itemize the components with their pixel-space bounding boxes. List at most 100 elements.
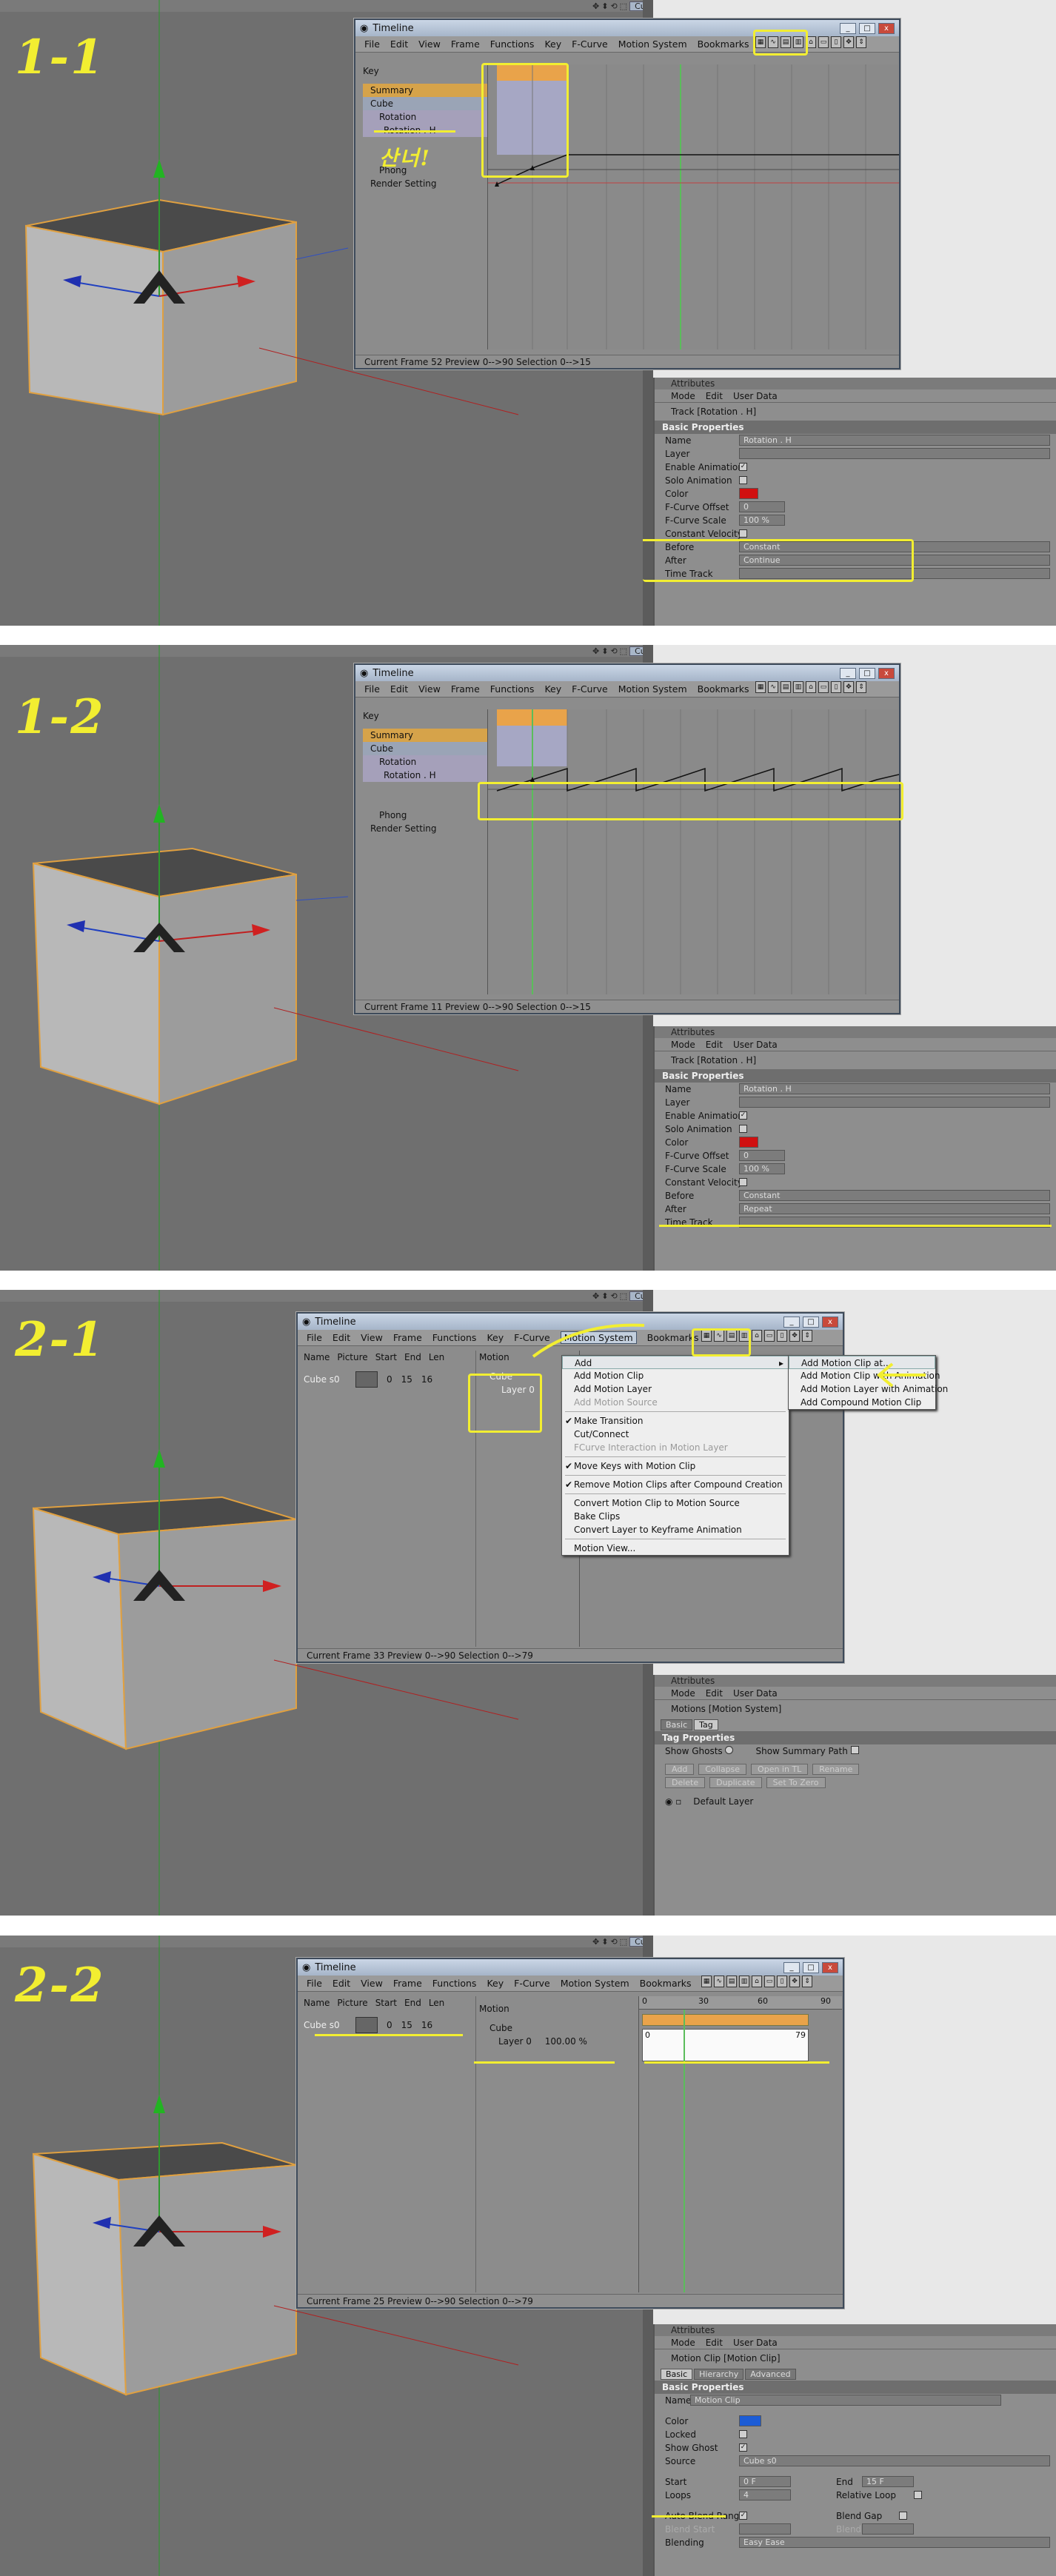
menu-fcurve[interactable]: F-Curve (572, 683, 608, 695)
collapse-button[interactable]: Collapse (698, 1764, 747, 1775)
rename-button[interactable]: Rename (812, 1764, 860, 1775)
tab-basic[interactable]: Basic (661, 1719, 693, 1730)
fcurve-scale-field[interactable]: 100 % (739, 515, 785, 526)
auto-blend-checkbox[interactable]: ✓ (739, 2512, 747, 2520)
move-icon[interactable]: ✥ (789, 1976, 800, 1987)
clip-row[interactable]: Cube s0 0 15 16 (304, 2015, 474, 2035)
show-summary-checkbox[interactable] (850, 1746, 859, 1754)
add-button[interactable]: Add (665, 1764, 695, 1775)
key-mode-icon[interactable]: ▦ (701, 1976, 712, 1987)
menu-file[interactable]: File (307, 1978, 322, 1989)
duplicate-button[interactable]: Duplicate (709, 1777, 762, 1788)
attr-menu-edit[interactable]: Edit (706, 389, 723, 402)
attr-menu-mode[interactable]: Mode (671, 2336, 695, 2349)
menu-frame[interactable]: Frame (451, 683, 480, 695)
menu-item-move-keys[interactable]: ✔ Move Keys with Motion Clip (562, 1459, 789, 1473)
color-swatch[interactable] (739, 488, 758, 499)
menu-fcurve[interactable]: F-Curve (514, 1978, 550, 1989)
attr-menu-mode[interactable]: Mode (671, 389, 695, 402)
after-dropdown[interactable]: Repeat (739, 1203, 1050, 1214)
attr-menu-edit[interactable]: Edit (706, 1687, 723, 1699)
menu-edit[interactable]: Edit (390, 683, 408, 695)
tree-item-summary[interactable]: Summary (363, 84, 496, 97)
name-field[interactable]: Motion Clip (690, 2395, 1001, 2406)
menu-motion-system[interactable]: Motion System (618, 39, 687, 50)
tree-item-cube[interactable]: Cube (363, 97, 496, 110)
layer-clip-bar[interactable]: 0 79 (642, 2029, 809, 2061)
tree-item-rotation[interactable]: Rotation (363, 755, 496, 769)
motion-mode-icon[interactable]: ▤ (726, 1976, 737, 1987)
menu-functions[interactable]: Functions (432, 1332, 477, 1343)
attr-menu-edit[interactable]: Edit (706, 2336, 723, 2349)
attr-menu-userdata[interactable]: User Data (733, 2336, 778, 2349)
tree-item-cube[interactable]: Cube (363, 742, 496, 755)
menu-edit[interactable]: Edit (332, 1332, 350, 1343)
timeline-window[interactable]: ◉ Timeline _ □ x File Edit View Frame Functions K… (354, 663, 900, 1014)
menu-item-motion-view[interactable]: Motion View... (562, 1542, 789, 1555)
color-swatch[interactable] (739, 2415, 761, 2426)
motion-mode-icon[interactable]: ▤ (781, 681, 791, 693)
lock-icon[interactable]: ▯ (777, 1976, 787, 1987)
arrows-icon[interactable]: ⇕ (802, 1976, 812, 1987)
attr-menu-userdata[interactable]: User Data (733, 1038, 778, 1051)
start-field[interactable]: 0 F (739, 2476, 791, 2487)
tab-basic[interactable]: Basic (661, 2369, 693, 2380)
arrows-icon[interactable]: ⇕ (856, 681, 866, 693)
menu-key[interactable]: Key (544, 683, 561, 695)
menu-bookmarks[interactable]: Bookmarks (698, 683, 749, 695)
tab-tag[interactable]: Tag (694, 1719, 718, 1730)
tree-item-rotation-h[interactable]: Rotation . H (363, 769, 496, 782)
attr-menu-edit[interactable]: Edit (706, 1038, 723, 1051)
constant-velocity-checkbox[interactable] (739, 529, 747, 538)
menu-view[interactable]: View (418, 683, 441, 695)
fcurve-offset-field[interactable]: 0 (739, 501, 785, 512)
menu-file[interactable]: File (307, 1332, 322, 1343)
menu-file[interactable]: File (364, 683, 380, 695)
move-icon[interactable]: ✥ (843, 681, 854, 693)
menu-item-make-transition[interactable]: ✔ Make Transition (562, 1414, 789, 1428)
name-field[interactable]: Rotation . H (739, 1083, 1050, 1094)
maximize-button[interactable]: □ (859, 667, 875, 679)
close-button[interactable]: x (878, 22, 895, 34)
submenu-add-compound-clip[interactable]: Add Compound Motion Clip (789, 1396, 935, 1409)
loops-field[interactable]: 4 (739, 2489, 791, 2500)
menu-frame[interactable]: Frame (393, 1978, 422, 1989)
fcurve-offset-field[interactable]: 0 (739, 1150, 785, 1161)
menu-functions[interactable]: Functions (490, 39, 535, 50)
menu-functions[interactable]: Functions (490, 683, 535, 695)
menu-item-convert-layer[interactable]: Convert Layer to Keyframe Animation (562, 1523, 789, 1536)
layer-field[interactable] (739, 448, 1050, 459)
menu-item-remove-motion-clips[interactable]: ✔ Remove Motion Clips after Compound Crea… (562, 1478, 789, 1491)
minimize-button[interactable]: _ (840, 22, 856, 34)
frame-icon[interactable]: ▭ (764, 1976, 775, 1987)
motion-item-cube[interactable]: Cube (479, 2021, 638, 2035)
layer-row[interactable]: ◉ ▫ Default Layer (655, 1795, 1056, 1808)
tree-item-rotation[interactable]: Rotation (363, 110, 496, 124)
close-button[interactable]: x (822, 1961, 838, 1973)
tree-item-summary[interactable]: Summary (363, 729, 496, 742)
fcurve-mode-icon[interactable]: ∿ (768, 681, 778, 693)
close-button[interactable]: x (878, 667, 895, 679)
ripple-icon[interactable]: ▥ (739, 1976, 749, 1987)
enable-animation-checkbox[interactable]: ✓ (739, 463, 747, 471)
tree-item-phong[interactable]: Phong (363, 809, 496, 822)
attr-menu-userdata[interactable]: User Data (733, 1687, 778, 1699)
open-in-tl-button[interactable]: Open in TL (751, 1764, 809, 1775)
menu-view[interactable]: View (361, 1978, 383, 1989)
menu-view[interactable]: View (361, 1332, 383, 1343)
solo-animation-checkbox[interactable] (739, 476, 747, 484)
attr-menu-userdata[interactable]: User Data (733, 389, 778, 402)
tab-advanced[interactable]: Advanced (745, 2369, 796, 2380)
frame-icon[interactable]: ▭ (818, 36, 829, 48)
menu-edit[interactable]: Edit (332, 1978, 350, 1989)
fcurve-graph[interactable] (488, 709, 900, 994)
menu-frame[interactable]: Frame (393, 1332, 422, 1343)
locked-checkbox[interactable] (739, 2430, 747, 2438)
minimize-button[interactable]: _ (783, 1961, 800, 1973)
menu-edit[interactable]: Edit (390, 39, 408, 50)
relative-loop-checkbox[interactable] (914, 2491, 922, 2499)
menu-motion-system[interactable]: Motion System (618, 683, 687, 695)
name-field[interactable]: Rotation . H (739, 435, 1050, 446)
attr-menu-mode[interactable]: Mode (671, 1687, 695, 1699)
home-icon[interactable]: ⌂ (752, 1976, 762, 1987)
